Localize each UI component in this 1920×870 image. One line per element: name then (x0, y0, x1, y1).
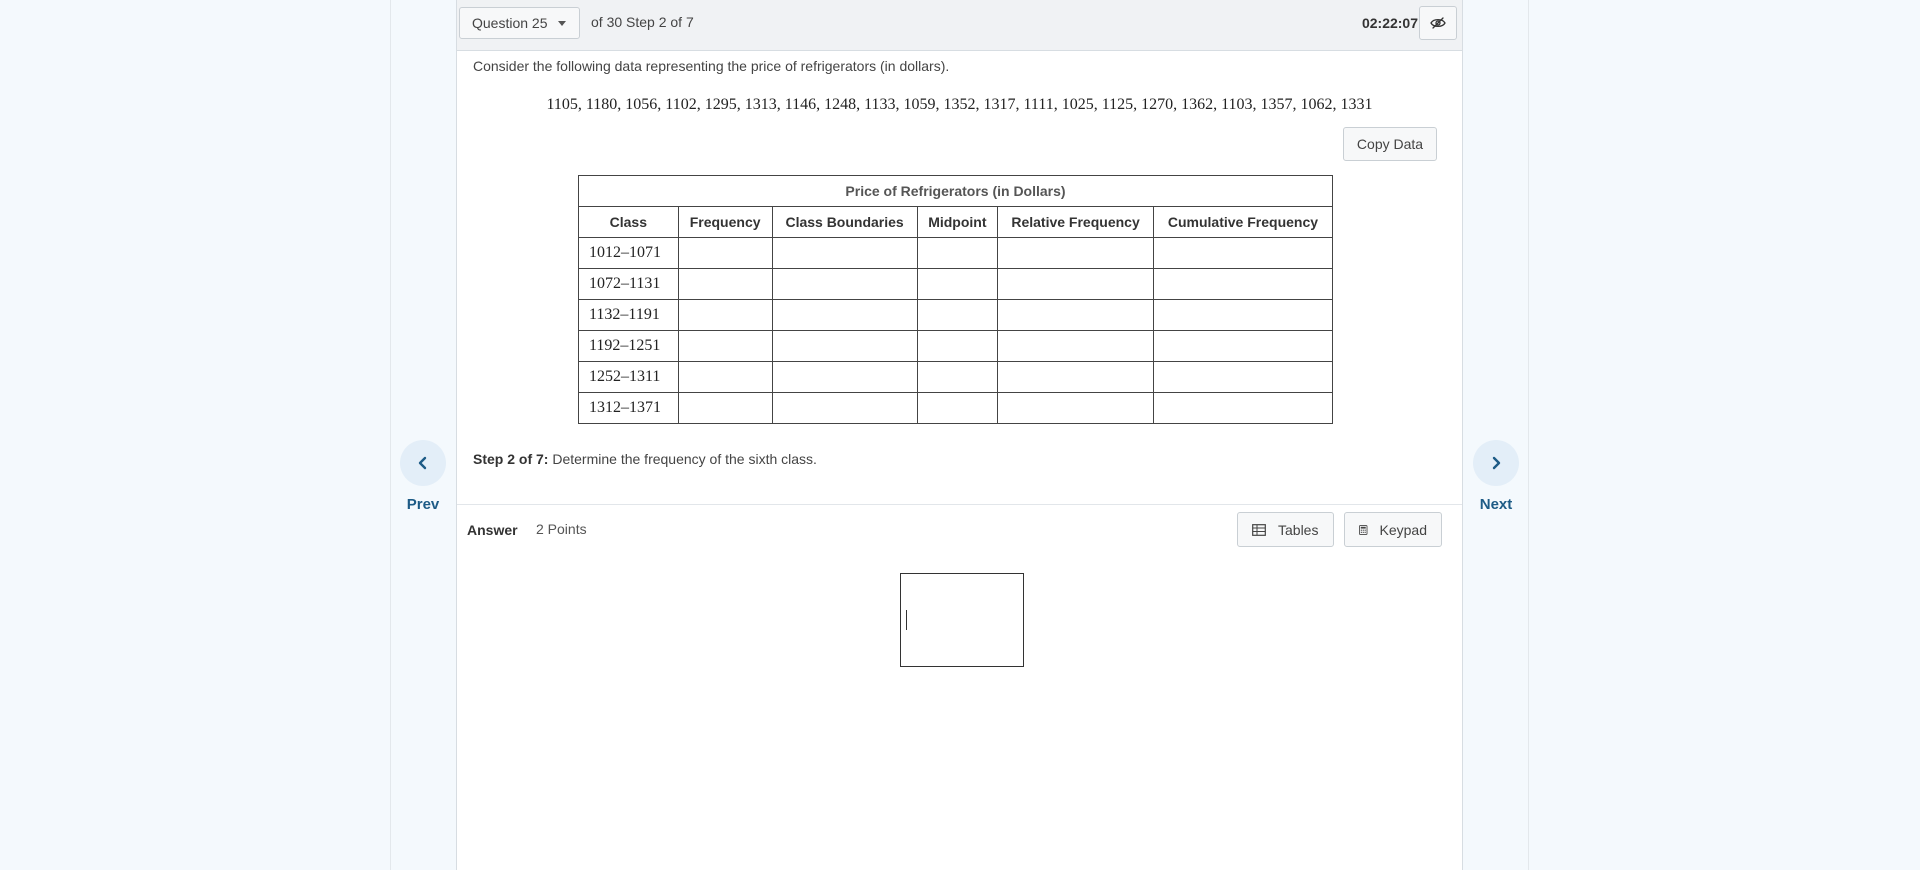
col-relative-frequency: Relative Frequency (997, 206, 1154, 238)
timer: 02:22:07 (1361, 15, 1418, 31)
midpoint-cell (916, 299, 999, 331)
cumulative-frequency-cell (1152, 237, 1334, 269)
step-instruction: Step 2 of 7: Determine the frequency of … (473, 451, 817, 467)
next-button[interactable]: Next (1468, 440, 1524, 513)
answer-input[interactable] (900, 573, 1024, 667)
table-grid-icon (1252, 523, 1266, 536)
left-gutter (390, 0, 456, 870)
table-header-row: Class Frequency Class Boundaries Midpoin… (578, 206, 1334, 238)
answer-label: Answer (467, 522, 518, 538)
midpoint-cell (916, 268, 999, 300)
col-midpoint: Midpoint (916, 206, 999, 238)
midpoint-cell (916, 361, 999, 393)
copy-data-button[interactable]: Copy Data (1343, 127, 1437, 161)
frequency-cell (677, 361, 773, 393)
class-cell: 1072–1131 (578, 268, 679, 300)
relative-frequency-cell (997, 268, 1154, 300)
cumulative-frequency-cell (1152, 299, 1334, 331)
relative-frequency-cell (997, 299, 1154, 331)
class-cell: 1192–1251 (578, 330, 679, 362)
tables-button[interactable]: Tables (1237, 512, 1334, 547)
relative-frequency-cell (997, 361, 1154, 393)
question-select[interactable]: Question 25 (459, 7, 580, 39)
table-row: 1252–1311 (578, 361, 1334, 393)
class-cell: 1012–1071 (578, 237, 679, 269)
table-row: 1072–1131 (578, 268, 1334, 300)
frequency-cell (677, 299, 773, 331)
chevron-left-icon (418, 456, 427, 470)
table-row: 1132–1191 (578, 299, 1334, 331)
question-header: Question 25 of 30 Step 2 of 7 02:22:07 (457, 0, 1462, 51)
boundaries-cell (771, 392, 918, 424)
col-class-boundaries: Class Boundaries (771, 206, 918, 238)
relative-frequency-cell (997, 237, 1154, 269)
boundaries-cell (771, 299, 918, 331)
table-row: 1192–1251 (578, 330, 1334, 362)
table-caption: Price of Refrigerators (in Dollars) (578, 175, 1333, 207)
table-row: 1312–1371 (578, 392, 1334, 424)
relative-frequency-cell (997, 330, 1154, 362)
eye-slash-icon (1430, 17, 1446, 29)
question-select-label: Question 25 (472, 15, 548, 31)
question-progress: of 30 Step 2 of 7 (591, 14, 694, 30)
frequency-table: Price of Refrigerators (in Dollars) Clas… (578, 175, 1334, 424)
tables-label: Tables (1278, 521, 1319, 538)
next-label: Next (1479, 496, 1513, 513)
text-cursor (906, 610, 907, 630)
caret-down-icon (557, 20, 566, 26)
relative-frequency-cell (997, 392, 1154, 424)
prev-button[interactable]: Prev (395, 440, 451, 513)
cumulative-frequency-cell (1152, 392, 1334, 424)
hide-timer-button[interactable] (1419, 6, 1457, 40)
question-prompt: Consider the following data representing… (473, 58, 950, 74)
question-panel: Question 25 of 30 Step 2 of 7 02:22:07 C… (456, 0, 1463, 870)
table-row: 1012–1071 (578, 237, 1334, 269)
boundaries-cell (771, 268, 918, 300)
right-gutter (1463, 0, 1529, 870)
midpoint-cell (916, 392, 999, 424)
cumulative-frequency-cell (1152, 361, 1334, 393)
cumulative-frequency-cell (1152, 330, 1334, 362)
col-cumulative-frequency: Cumulative Frequency (1152, 206, 1334, 238)
boundaries-cell (771, 237, 918, 269)
step-text: Determine the frequency of the sixth cla… (552, 451, 817, 467)
class-cell: 1312–1371 (578, 392, 679, 424)
boundaries-cell (771, 330, 918, 362)
frequency-cell (677, 392, 773, 424)
midpoint-cell (916, 330, 999, 362)
class-cell: 1132–1191 (578, 299, 679, 331)
frequency-cell (677, 268, 773, 300)
midpoint-cell (916, 237, 999, 269)
next-circle[interactable] (1473, 440, 1519, 486)
answer-divider (457, 504, 1462, 505)
keypad-button[interactable]: Keypad (1344, 512, 1442, 547)
step-label: Step 2 of 7: (473, 451, 549, 467)
keypad-label: Keypad (1379, 521, 1427, 538)
chevron-right-icon (1492, 456, 1501, 470)
col-class: Class (578, 206, 679, 238)
calculator-icon (1359, 524, 1368, 535)
prev-circle[interactable] (400, 440, 446, 486)
boundaries-cell (771, 361, 918, 393)
data-values: 1105, 1180, 1056, 1102, 1295, 1313, 1146… (546, 96, 1373, 113)
points-label: 2 Points (536, 521, 587, 537)
prev-label: Prev (406, 496, 440, 513)
table-caption-row: Price of Refrigerators (in Dollars) (578, 175, 1333, 207)
class-cell: 1252–1311 (578, 361, 679, 393)
frequency-cell (677, 237, 773, 269)
col-frequency: Frequency (677, 206, 773, 238)
cumulative-frequency-cell (1152, 268, 1334, 300)
frequency-cell (677, 330, 773, 362)
